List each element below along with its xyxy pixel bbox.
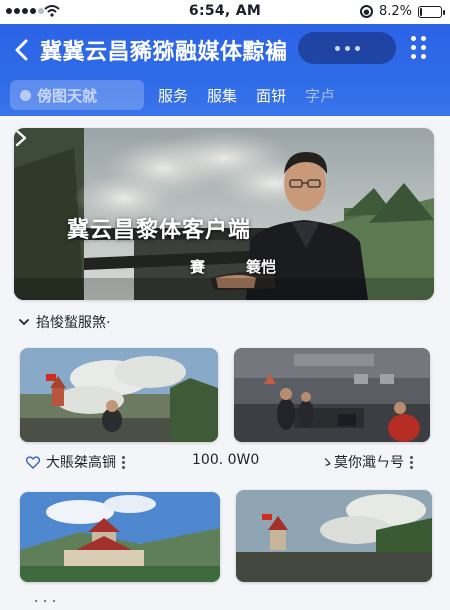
tab-3[interactable]: 面钘 — [256, 85, 286, 106]
card-image — [234, 348, 430, 442]
hero-caption-right: 簔恺 — [246, 258, 277, 276]
grid-dots-icon[interactable] — [409, 35, 427, 59]
back-icon[interactable] — [12, 38, 32, 62]
status-bar: 6:54, AM ● 8.2% — [0, 0, 450, 24]
card-meta-partial: · · · — [34, 594, 57, 610]
hero-caption-left: 賽 — [190, 258, 206, 276]
battery-icon — [418, 5, 445, 18]
orientation-lock-icon: ● — [359, 5, 373, 18]
news-card[interactable] — [20, 492, 220, 582]
news-card[interactable] — [234, 348, 430, 442]
chevron-right-icon[interactable] — [14, 128, 28, 148]
card-image — [20, 492, 220, 582]
kebab-icon[interactable] — [122, 455, 125, 469]
heart-icon[interactable] — [26, 455, 40, 469]
hero-title: 冀云昌黎体客户端 — [66, 218, 251, 243]
tab-2[interactable]: 服集 — [207, 85, 237, 106]
news-card[interactable] — [20, 348, 218, 442]
kebab-icon[interactable] — [410, 455, 413, 469]
card-image — [236, 490, 432, 582]
tab-1[interactable]: 服务 — [158, 85, 188, 106]
hero-banner[interactable]: 冀云昌黎体客户端 賽 簔恺 — [14, 128, 434, 300]
more-dots-icon[interactable] — [298, 32, 396, 64]
tab-label: 傍图天就 — [37, 86, 98, 105]
app-header: 冀冀云昌豨猕融媒体黥褊 傍图天就 服务 服集 面钘 字卢 — [0, 24, 450, 116]
section-header[interactable]: 掐悛蝵服煞· — [18, 312, 110, 332]
card-meta: 大賬桀高锎 — [26, 452, 125, 472]
main-content: 冀云昌黎体客户端 賽 簔恺 掐悛蝵服煞· 大賬桀高锎 100. 0W0 ゝ莫你濈… — [0, 116, 450, 610]
page-title: 冀冀云昌豨猕融媒体黥褊 — [40, 40, 288, 65]
tab-4[interactable]: 字卢 — [305, 85, 335, 106]
card-meta: ゝ莫你濈ㄣ号 — [320, 452, 413, 472]
section-title: 掐悛蝵服煞· — [36, 315, 111, 331]
card-image — [20, 348, 218, 442]
card-label: 大賬桀高锎 — [46, 455, 116, 471]
tab-0[interactable]: 傍图天就 — [10, 80, 144, 110]
news-card[interactable] — [236, 490, 432, 582]
tab-bar: 傍图天就 服务 服集 面钘 字卢 — [0, 78, 450, 114]
card-value: 100. 0W0 — [192, 452, 260, 468]
card-label: ゝ莫你濈ㄣ号 — [320, 455, 404, 471]
chevron-down-icon — [19, 319, 29, 326]
tab-icon — [20, 89, 31, 101]
battery-percent: 8.2% — [378, 4, 412, 19]
